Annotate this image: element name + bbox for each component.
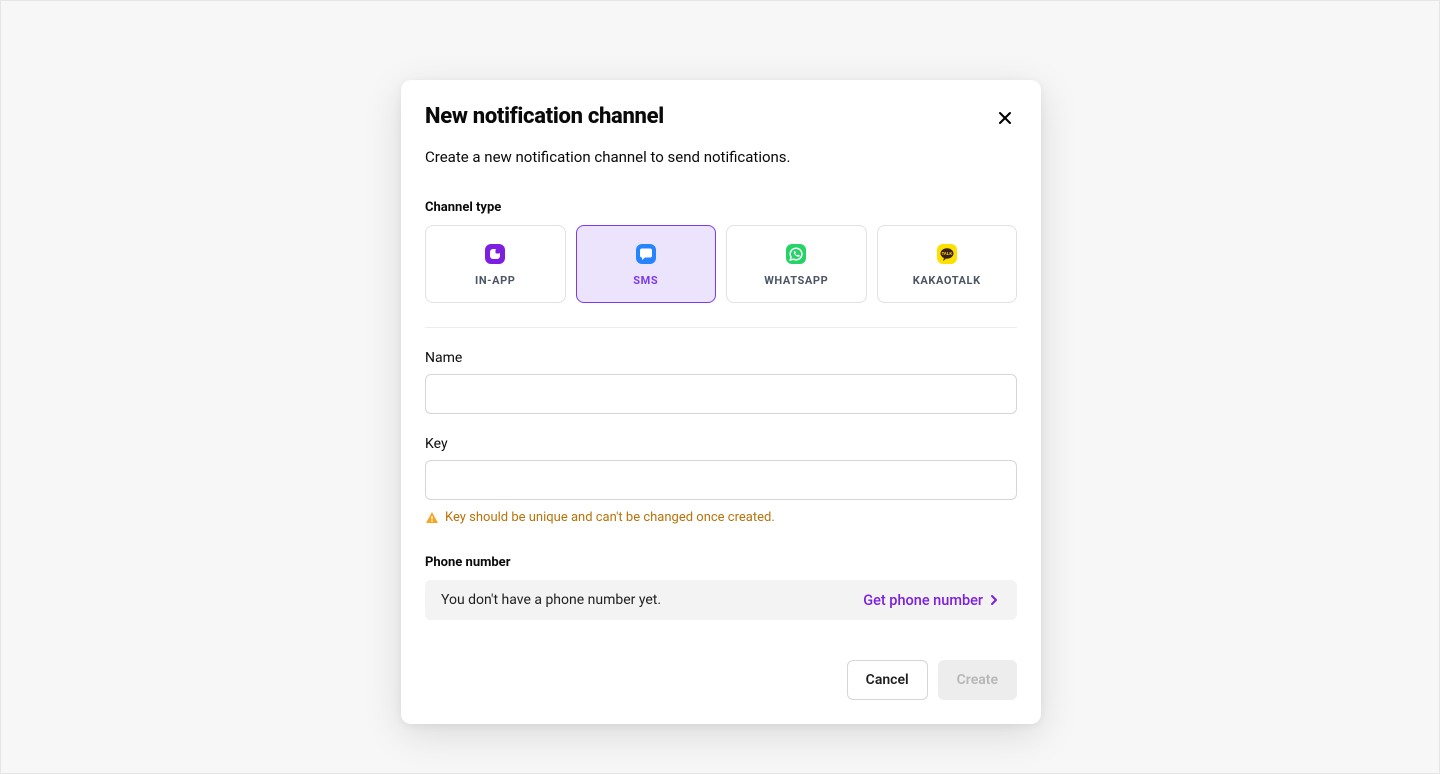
modal-title: New notification channel [425,104,664,130]
key-field-label: Key [425,436,1017,452]
phone-number-label: Phone number [425,555,1017,570]
phone-number-box: You don't have a phone number yet. Get p… [425,580,1017,620]
channel-option-label: WHATSAPP [764,274,828,287]
name-input[interactable] [425,374,1017,414]
channel-option-label: IN-APP [475,274,515,287]
key-input[interactable] [425,460,1017,500]
sms-icon [634,242,658,266]
channel-option-label: KAKAOTALK [913,274,981,287]
phone-empty-message: You don't have a phone number yet. [441,592,661,608]
channel-option-sms[interactable]: SMS [576,225,717,303]
warning-icon [425,511,439,525]
channel-type-label: Channel type [425,200,1017,215]
cancel-button[interactable]: Cancel [847,660,928,700]
chevron-right-icon [987,593,1001,607]
whatsapp-icon [784,242,808,266]
channel-option-kakaotalk[interactable]: TALK KAKAOTALK [877,225,1018,303]
channel-option-whatsapp[interactable]: WHATSAPP [726,225,867,303]
new-channel-modal: New notification channel Create a new no… [401,80,1041,724]
create-button[interactable]: Create [938,660,1017,700]
name-field-label: Name [425,350,1017,366]
modal-footer: Cancel Create [425,660,1017,700]
divider [425,327,1017,328]
in-app-icon [483,242,507,266]
get-phone-number-link[interactable]: Get phone number [863,592,1001,609]
channel-option-in-app[interactable]: IN-APP [425,225,566,303]
channel-option-label: SMS [633,274,658,287]
close-icon [997,110,1013,126]
svg-text:TALK: TALK [941,251,952,256]
channel-type-options: IN-APP SMS WHATSAPP TALK KAKAOTALK [425,225,1017,303]
key-helper-text: Key should be unique and can't be change… [425,510,1017,525]
close-button[interactable] [993,106,1017,130]
modal-subtitle: Create a new notification channel to sen… [425,148,1017,166]
kakaotalk-icon: TALK [935,242,959,266]
